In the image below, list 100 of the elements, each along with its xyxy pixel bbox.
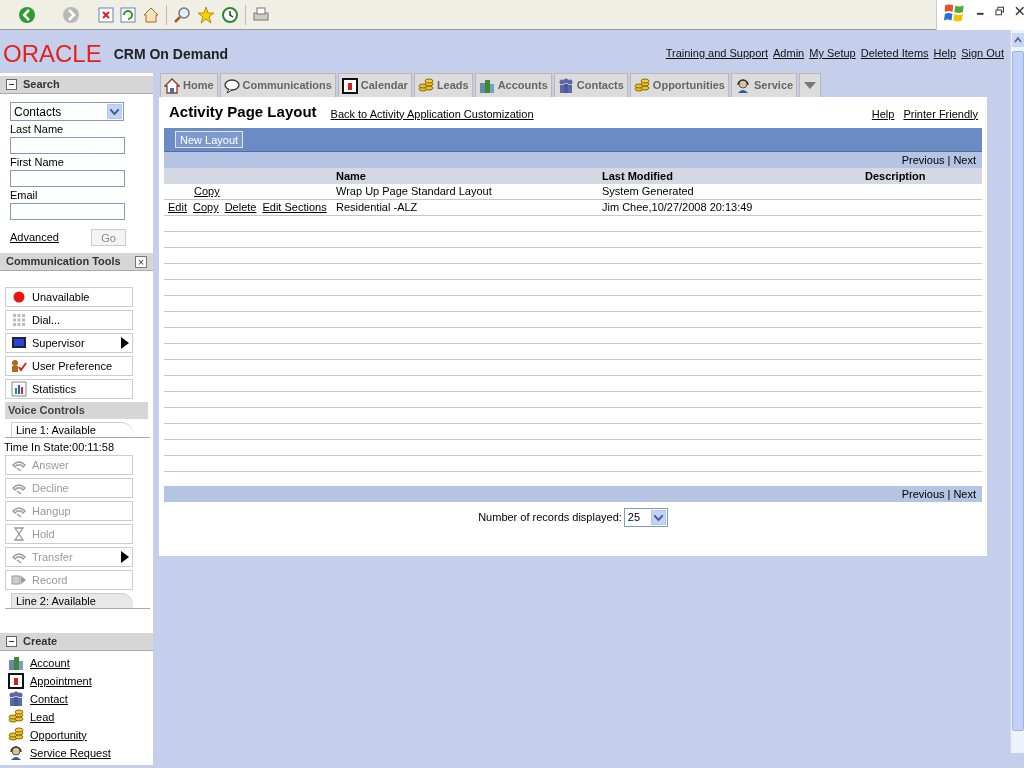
keypad-icon: [11, 312, 27, 328]
app-title: CRM On Demand: [113, 45, 229, 64]
close-button[interactable]: ×: [135, 255, 147, 268]
stop-icon[interactable]: [98, 6, 114, 23]
previous-link[interactable]: Previous: [901, 151, 945, 169]
collapse-icon[interactable]: [6, 79, 17, 90]
calendar-icon: [341, 77, 358, 94]
nav-tab[interactable]: Contacts: [553, 73, 628, 97]
people-icon: [8, 691, 24, 707]
action-link[interactable]: Edit Sections: [262, 199, 327, 216]
action-link[interactable]: Delete: [224, 199, 257, 216]
next-link[interactable]: Next: [953, 151, 976, 169]
back-link[interactable]: Back to Activity Application Customization: [330, 105, 534, 122]
records-dropdown[interactable]: 25: [623, 508, 668, 527]
dropdown-arrow-icon: [804, 81, 817, 90]
forward-icon[interactable]: [62, 5, 80, 24]
separator: |: [947, 486, 951, 502]
more-tabs-button[interactable]: [799, 73, 822, 97]
table-cell-text: Wrap Up Page Standard Layout: [336, 184, 493, 200]
buildings-icon: [8, 655, 24, 671]
nav-tab[interactable]: Home: [160, 73, 218, 97]
speech-bubble-icon: [223, 77, 240, 94]
create-link[interactable]: Account: [30, 654, 70, 672]
object-dropdown[interactable]: Contacts: [10, 102, 124, 121]
hourglass-icon: [11, 526, 27, 542]
coins-icon: [8, 709, 24, 725]
header-link[interactable]: Admin: [773, 45, 805, 62]
field-label: Email: [10, 188, 39, 202]
nav-tab[interactable]: Accounts: [474, 73, 552, 97]
section-title: Create: [23, 634, 58, 650]
line-tab[interactable]: Line 1: Available: [11, 422, 133, 437]
text-field[interactable]: [10, 170, 125, 187]
table-cell-text: Jim Chee,10/27/2008 20:13:49: [602, 200, 754, 216]
tool-button[interactable]: Supervisor: [5, 333, 133, 353]
submenu-arrow-icon: [121, 337, 129, 349]
records-label: Number of records displayed:: [478, 510, 622, 526]
create-link[interactable]: Contact: [30, 690, 68, 708]
tool-button[interactable]: Dial...: [5, 310, 133, 330]
action-link[interactable]: Copy: [192, 199, 219, 216]
status-dot-icon: [11, 289, 27, 305]
search-icon[interactable]: [173, 5, 191, 24]
home-icon[interactable]: [142, 5, 160, 24]
monitor-icon: [11, 335, 27, 351]
help-link[interactable]: Help: [871, 105, 895, 122]
record-icon: [11, 572, 27, 588]
oracle-logo: ORACLE: [3, 41, 102, 66]
previous-link[interactable]: Previous: [901, 485, 945, 503]
header-link[interactable]: Training and Support: [665, 45, 769, 62]
tool-button[interactable]: Unavailable: [5, 287, 133, 307]
coins-icon: [417, 77, 434, 94]
create-link[interactable]: Opportunity: [30, 726, 87, 744]
time-in-state: Time In State:00:11:58: [3, 440, 116, 454]
nav-tab[interactable]: Service: [730, 73, 798, 97]
coins-icon: [633, 77, 650, 94]
create-link[interactable]: Lead: [30, 708, 55, 726]
close-icon[interactable]: [1014, 6, 1024, 16]
header-link[interactable]: Sign Out: [961, 45, 1004, 62]
create-link[interactable]: Service Request: [30, 744, 111, 762]
nav-tab[interactable]: Opportunities: [629, 73, 729, 97]
column-header: Last Modified: [602, 168, 674, 184]
nav-tab[interactable]: Leads: [413, 73, 473, 97]
column-header: Name: [336, 168, 367, 184]
printer-friendly-link[interactable]: Printer Friendly: [903, 105, 978, 122]
create-link[interactable]: Appointment: [30, 672, 92, 690]
header-link[interactable]: Help: [933, 45, 957, 62]
submenu-arrow-icon: [121, 551, 129, 563]
header-link[interactable]: Deleted Items: [860, 45, 929, 62]
scrollbar-thumb[interactable]: [1011, 51, 1024, 731]
section-header: Voice Controls: [5, 402, 148, 419]
text-field[interactable]: [10, 137, 125, 154]
nav-tab[interactable]: Calendar: [337, 73, 412, 97]
column-header: Description: [865, 168, 927, 184]
calendar-icon: [8, 673, 24, 689]
action-link[interactable]: Edit: [168, 199, 187, 216]
separator: |: [947, 152, 951, 168]
tool-button[interactable]: User Preference: [5, 356, 133, 376]
buildings-icon: [478, 77, 495, 94]
print-icon[interactable]: [252, 5, 270, 24]
tool-button[interactable]: Statistics: [5, 379, 133, 399]
field-label: Last Name: [10, 122, 65, 136]
star-icon[interactable]: [197, 5, 215, 24]
back-icon[interactable]: [18, 5, 36, 24]
collapse-icon[interactable]: [6, 636, 17, 647]
action-link[interactable]: Copy: [194, 183, 220, 200]
house-icon: [164, 77, 180, 94]
next-link[interactable]: Next: [953, 485, 976, 503]
field-label: First Name: [10, 155, 65, 169]
history-icon[interactable]: [221, 5, 239, 24]
section-title: Search: [23, 77, 60, 93]
page-title: Activity Page Layout: [169, 101, 317, 122]
scroll-up-icon[interactable]: [1011, 33, 1024, 47]
nav-tab[interactable]: Communications: [219, 73, 336, 97]
header-link[interactable]: My Setup: [809, 45, 856, 62]
refresh-icon[interactable]: [120, 6, 136, 23]
advanced-link[interactable]: Advanced: [10, 229, 59, 246]
text-field[interactable]: [10, 203, 125, 220]
bar-chart-icon: [11, 381, 27, 397]
table-cell-text: Residential -ALZ: [336, 200, 419, 216]
restore-icon[interactable]: [995, 6, 1005, 16]
line-tab[interactable]: Line 2: Available: [11, 593, 133, 608]
